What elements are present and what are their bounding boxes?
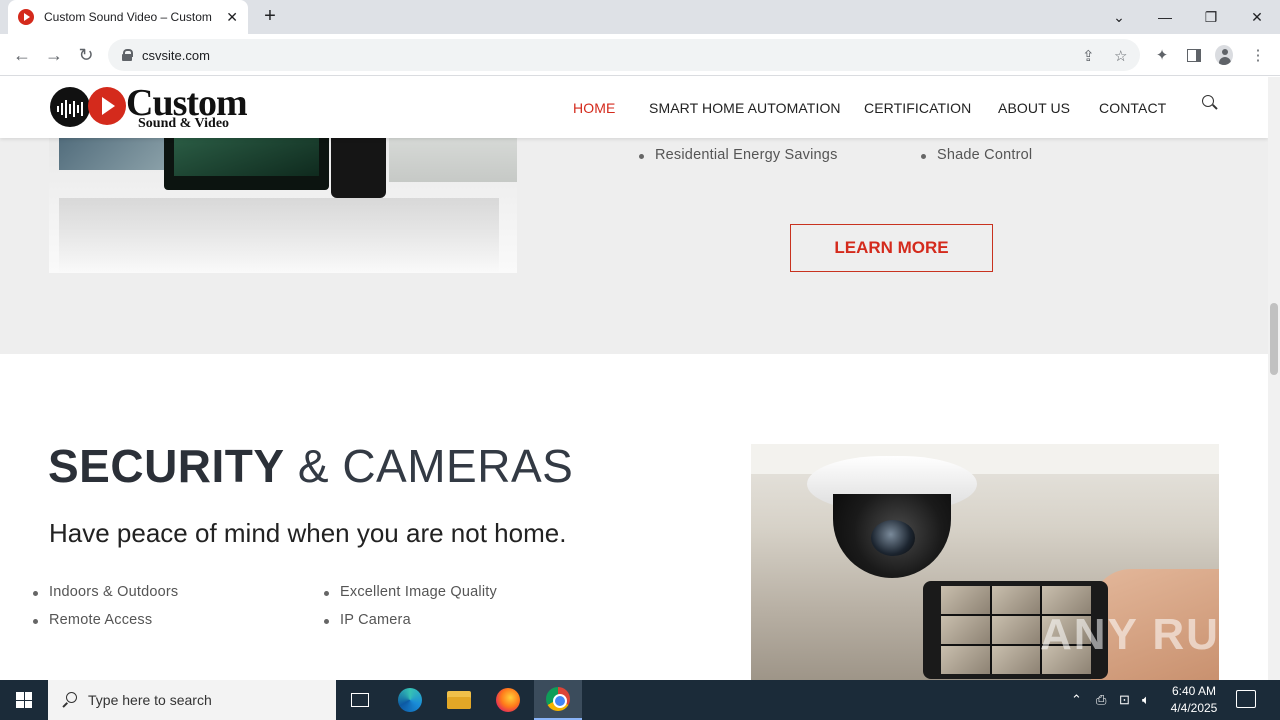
- list-item: Indoors & Outdoors: [32, 584, 179, 600]
- edge-icon: [398, 688, 422, 712]
- task-view-icon: [351, 693, 369, 707]
- start-button[interactable]: [0, 680, 48, 720]
- chrome-menu-icon[interactable]: ⋮: [1249, 46, 1267, 64]
- list-item: Remote Access: [32, 612, 153, 628]
- back-arrow-icon[interactable]: ←: [11, 44, 33, 66]
- new-tab-button[interactable]: +: [260, 6, 280, 26]
- lock-icon[interactable]: [122, 49, 133, 61]
- chrome-taskbar-button[interactable]: [534, 680, 582, 720]
- extensions-puzzle-icon[interactable]: ✦: [1153, 46, 1171, 64]
- scrollbar-thumb[interactable]: [1270, 303, 1278, 375]
- browser-tab[interactable]: Custom Sound Video – Custom ✕: [8, 0, 248, 34]
- list-item: Shade Control: [920, 147, 1033, 163]
- tab-search-button[interactable]: ⌄: [1096, 0, 1142, 34]
- browser-tab-strip: Custom Sound Video – Custom ✕ + ⌄ — ❐ ✕: [0, 0, 1280, 34]
- security-heading: SECURITY & CAMERAS: [48, 441, 573, 491]
- device-icon[interactable]: ⎙: [1096, 680, 1106, 720]
- file-explorer-taskbar-button[interactable]: [435, 680, 483, 720]
- browser-toolbar: ← → ↻ csvsite.com ⇪ ☆ ✦ ⋮: [0, 34, 1280, 76]
- show-hidden-icons-icon[interactable]: ⌃: [1071, 680, 1082, 720]
- nav-about-us[interactable]: ABOUT US: [998, 100, 1070, 116]
- logo-tagline: Sound & Video: [138, 116, 230, 131]
- taskbar-search-placeholder: Type here to search: [88, 692, 212, 708]
- tab-close-icon[interactable]: ✕: [226, 9, 238, 26]
- chrome-icon: [546, 687, 570, 711]
- clock-time: 6:40 AM: [1171, 684, 1217, 698]
- nav-smart-home-automation[interactable]: SMART HOME AUTOMATION: [649, 100, 841, 116]
- close-window-button[interactable]: ✕: [1234, 0, 1280, 34]
- taskbar-search-box[interactable]: Type here to search: [48, 680, 336, 720]
- profile-avatar-icon[interactable]: [1215, 45, 1233, 65]
- forward-arrow-icon[interactable]: →: [43, 44, 65, 66]
- folder-icon: [447, 691, 471, 709]
- side-panel-icon[interactable]: [1185, 46, 1203, 64]
- anyrun-watermark: ANY RUN: [1040, 610, 1254, 659]
- learn-more-button[interactable]: LEARN MORE: [790, 224, 993, 272]
- list-item: Excellent Image Quality: [324, 584, 497, 600]
- minimize-button[interactable]: —: [1142, 0, 1188, 34]
- nav-certification[interactable]: CERTIFICATION: [864, 100, 971, 116]
- firefox-taskbar-button[interactable]: [484, 680, 532, 720]
- site-header: Custom Sound & Video HOME SMART HOME AUT…: [0, 77, 1268, 138]
- nav-home[interactable]: HOME: [573, 100, 615, 116]
- site-favicon-icon: [18, 9, 34, 25]
- nav-contact[interactable]: CONTACT: [1099, 100, 1166, 116]
- restore-button[interactable]: ❐: [1188, 0, 1234, 34]
- network-icon[interactable]: ⊡: [1119, 680, 1130, 720]
- heading-strong: SECURITY: [48, 440, 285, 492]
- tab-title: Custom Sound Video – Custom: [44, 10, 212, 24]
- sound-wave-icon: [50, 87, 90, 127]
- windows-taskbar: Type here to search ⌃ ⎙ ⊡ 🔈︎ 6:40 AM 4/4…: [0, 680, 1280, 720]
- page-viewport: Residential Energy Savings Shade Control…: [0, 77, 1268, 680]
- automation-devices-image: [49, 130, 517, 273]
- page-scrollbar[interactable]: [1268, 77, 1280, 680]
- search-icon[interactable]: [1202, 95, 1218, 111]
- reload-icon[interactable]: ↻: [75, 44, 97, 66]
- list-item: IP Camera: [324, 612, 411, 628]
- taskbar-clock[interactable]: 6:40 AM 4/4/2025: [1166, 683, 1222, 717]
- address-bar[interactable]: csvsite.com ⇪ ☆: [108, 39, 1140, 71]
- share-icon[interactable]: ⇪: [1082, 47, 1095, 65]
- notifications-icon[interactable]: [1236, 690, 1256, 708]
- volume-icon[interactable]: 🔈︎: [1142, 680, 1150, 720]
- play-icon: [88, 87, 126, 125]
- edge-taskbar-button[interactable]: [386, 680, 434, 720]
- clock-date: 4/4/2025: [1170, 701, 1218, 715]
- site-logo[interactable]: Custom Sound & Video: [50, 83, 280, 131]
- task-view-button[interactable]: [336, 680, 384, 720]
- heading-light: & CAMERAS: [297, 440, 574, 492]
- bookmark-star-icon[interactable]: ☆: [1114, 47, 1127, 65]
- list-item: Residential Energy Savings: [639, 147, 838, 163]
- windows-logo-icon: [16, 692, 32, 708]
- search-icon: [62, 692, 78, 708]
- security-subheading: Have peace of mind when you are not home…: [49, 518, 567, 548]
- url-text[interactable]: csvsite.com: [142, 48, 210, 63]
- firefox-icon: [496, 688, 520, 712]
